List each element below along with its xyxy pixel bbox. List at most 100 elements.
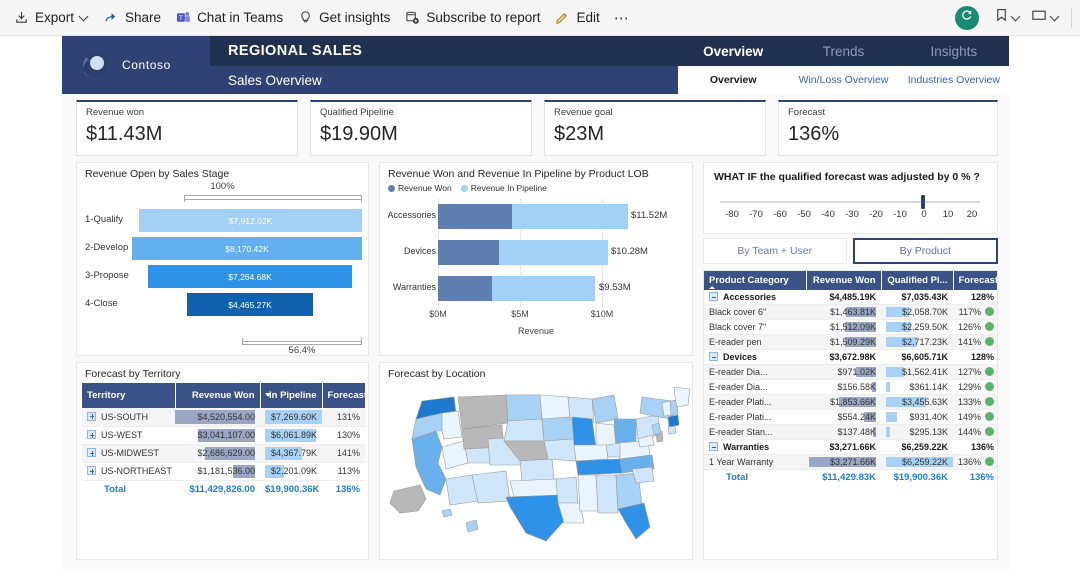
column-header-forecast-pct[interactable]: Forecast %: [321, 383, 365, 408]
table-row[interactable]: E-reader pen $1,509.29K $2,717.23K 141%: [704, 334, 997, 350]
funnel-row[interactable]: 3-Propose $7,264.68K: [77, 263, 368, 290]
subnav-item-industries-overview[interactable]: Industries Overview: [899, 74, 1009, 86]
state-massachusetts: [667, 414, 680, 428]
us-choropleth-map[interactable]: [380, 383, 692, 543]
cell-qualified-pipeline: $6,605.71K: [881, 349, 953, 365]
cell-qualified-pipeline: $295.13K: [881, 424, 953, 440]
table-total-row: Total $11,429.83K $19,900.36K 136%: [704, 470, 997, 486]
table-row[interactable]: E-reader Stan... $137.48K $295.13K 144%: [704, 424, 997, 440]
funnel-row[interactable]: 4-Close $4,465.27K: [77, 291, 368, 318]
kpi-card-revenue-won[interactable]: Revenue won $11.43M: [76, 100, 298, 156]
collapse-icon[interactable]: [709, 442, 718, 451]
table-row[interactable]: Accessories $4,485.19K $7,035.43K 128%: [704, 290, 997, 305]
cell-product-category: Black cover 7": [704, 319, 806, 335]
funnel-top-label: 100%: [210, 181, 235, 192]
funnel-row[interactable]: 2-Develop $8,170.42K: [77, 235, 368, 262]
x-axis-tick: $10M: [590, 309, 614, 319]
table-row[interactable]: US-NORTHEAST $1,181,536.00 $2,201.09K 11…: [82, 462, 365, 481]
column-header-forecast-pct[interactable]: Forecast %: [952, 271, 997, 290]
column-header-territory[interactable]: Territory: [82, 383, 175, 408]
column-header-qualified-pipeline[interactable]: Qualified Pi...: [880, 271, 953, 290]
view-button[interactable]: [1026, 4, 1065, 32]
report-header: Contoso REGIONAL SALES Sales Overview Ov…: [62, 36, 1009, 94]
stacked-bar: [438, 204, 628, 229]
nav-item-insights[interactable]: Insights: [899, 44, 1009, 59]
funnel-row[interactable]: 1-Qualify $7,912.02K: [77, 207, 368, 234]
subscribe-to-report-button[interactable]: Subscribe to report: [397, 4, 547, 32]
cell-product-category: E-reader pen: [704, 334, 806, 350]
cell-territory: US-NORTHEAST: [82, 462, 175, 481]
bookmark-icon: [994, 7, 1009, 28]
table-row[interactable]: E-reader Dia... $971.02K $1,562.41K 127%: [704, 364, 997, 380]
get-insights-button[interactable]: Get insights: [290, 4, 397, 32]
expand-icon[interactable]: [87, 448, 96, 457]
segment-by-team-user[interactable]: By Team + User: [703, 238, 847, 264]
collapse-icon[interactable]: [709, 292, 718, 301]
expand-icon[interactable]: [87, 466, 96, 475]
bar-total-label: $10.28M: [611, 246, 648, 257]
kpi-card-revenue-goal[interactable]: Revenue goal $23M: [544, 100, 766, 156]
table-row[interactable]: E-reader Dia... $156.58K $361.14K 129%: [704, 379, 997, 395]
column-header-revenue-won[interactable]: Revenue Won: [805, 271, 881, 290]
share-button[interactable]: Share: [96, 4, 168, 32]
legend-item-revenue-in-pipeline[interactable]: Revenue In Pipeline: [460, 183, 547, 193]
table-row[interactable]: E-reader Plati... $1,853.66K $3,455.63K …: [704, 394, 997, 410]
what-if-slider-thumb[interactable]: [921, 195, 925, 209]
export-button[interactable]: Export: [6, 4, 96, 32]
expand-icon[interactable]: [87, 411, 96, 421]
expand-icon[interactable]: [87, 430, 96, 439]
column-header-in-pipeline[interactable]: In Pipeline: [259, 383, 322, 408]
edit-button[interactable]: Edit: [547, 4, 606, 32]
table-row[interactable]: Warranties $3,271.66K $6,259.22K 136%: [704, 439, 997, 455]
stacked-bar-chart-visual[interactable]: Revenue Won and Revenue In Pipeline by P…: [379, 162, 693, 356]
status-indicator-icon: [985, 457, 995, 466]
state-maine: [673, 386, 691, 408]
nav-item-overview[interactable]: Overview: [678, 44, 788, 59]
column-header-product-category[interactable]: Product Category: [704, 271, 806, 290]
territory-table-visual[interactable]: Forecast by Territory Territory Revenue …: [76, 362, 369, 560]
table-row[interactable]: Devices $3,672.98K $6,605.71K 128%: [704, 349, 997, 365]
more-options-button[interactable]: ⋯: [607, 4, 637, 32]
table-row[interactable]: US-WEST $3,041,107.00 $6,061.89K 130%: [82, 426, 365, 445]
bar-segment-revenue-won: [438, 276, 492, 301]
segment-by-product[interactable]: By Product: [852, 238, 998, 264]
slider-tick: -30: [845, 209, 859, 220]
subnav-item-win-loss-overview[interactable]: Win/Loss Overview: [788, 74, 898, 86]
product-category-table-visual[interactable]: Product Category Revenue Won Qualified P…: [703, 270, 998, 560]
table-row[interactable]: US-MIDWEST $2,686,629.00 $4,367.79K 141%: [82, 444, 365, 463]
table-row[interactable]: Black cover 7" $1,512.09K $2,259.50K 126…: [704, 319, 997, 335]
cell-forecast-pct: 144%: [953, 424, 997, 440]
legend-item-revenue-won[interactable]: Revenue Won: [388, 183, 452, 193]
what-if-slider-track[interactable]: [720, 195, 980, 209]
status-indicator-icon: [985, 412, 995, 421]
table-row[interactable]: E-reader Plati... $554.24K $931.40K 149%: [704, 409, 997, 425]
primary-nav: Overview Trends Insights: [678, 36, 1009, 66]
column-header-revenue-won[interactable]: Revenue Won: [174, 383, 260, 408]
funnel-bar-value: $7,912.02K: [228, 215, 273, 226]
visual-title: Revenue Won and Revenue In Pipeline by P…: [388, 168, 649, 180]
refresh-button[interactable]: [955, 5, 979, 30]
kpi-card-forecast[interactable]: Forecast 136%: [778, 100, 998, 156]
cell-forecast-pct: 131%: [322, 408, 365, 427]
table-row[interactable]: 1 Year Warranty $3,271.66K $6,259.22K 13…: [704, 454, 997, 470]
table-row[interactable]: US-SOUTH $4,520,554.00 $7,269.60K 131%: [82, 408, 365, 427]
kpi-card-qualified-pipeline[interactable]: Qualified Pipeline $19.90M: [310, 100, 532, 156]
slider-tick: -60: [773, 209, 787, 220]
what-if-slider-visual[interactable]: WHAT IF the qualified forecast was adjus…: [703, 162, 998, 234]
cell-total-forecast-pct: 136%: [969, 472, 994, 483]
map-visual[interactable]: Forecast by Location: [379, 362, 693, 560]
collapse-icon[interactable]: [709, 352, 718, 361]
get-insights-label: Get insights: [319, 10, 391, 25]
stacked-bar-row[interactable]: Warranties $9.53M: [380, 271, 692, 305]
subnav-item-overview[interactable]: Overview: [678, 74, 788, 86]
bookmarks-button[interactable]: [989, 4, 1026, 32]
status-indicator-icon: [985, 307, 994, 316]
table-row[interactable]: Black cover 6" $1,463.81K $2,058.70K 117…: [704, 304, 997, 320]
nav-item-trends[interactable]: Trends: [788, 44, 898, 59]
chat-in-teams-button[interactable]: T Chat in Teams: [168, 4, 290, 32]
stacked-bar-row[interactable]: Accessories $11.52M: [380, 199, 692, 233]
funnel-chart-visual[interactable]: Revenue Open by Sales Stage 100% 1-Quali…: [76, 162, 369, 356]
status-indicator-icon: [985, 367, 995, 376]
stacked-bar-row[interactable]: Devices $10.28M: [380, 235, 692, 269]
cell-revenue-won: $1,853.66K: [806, 394, 881, 410]
